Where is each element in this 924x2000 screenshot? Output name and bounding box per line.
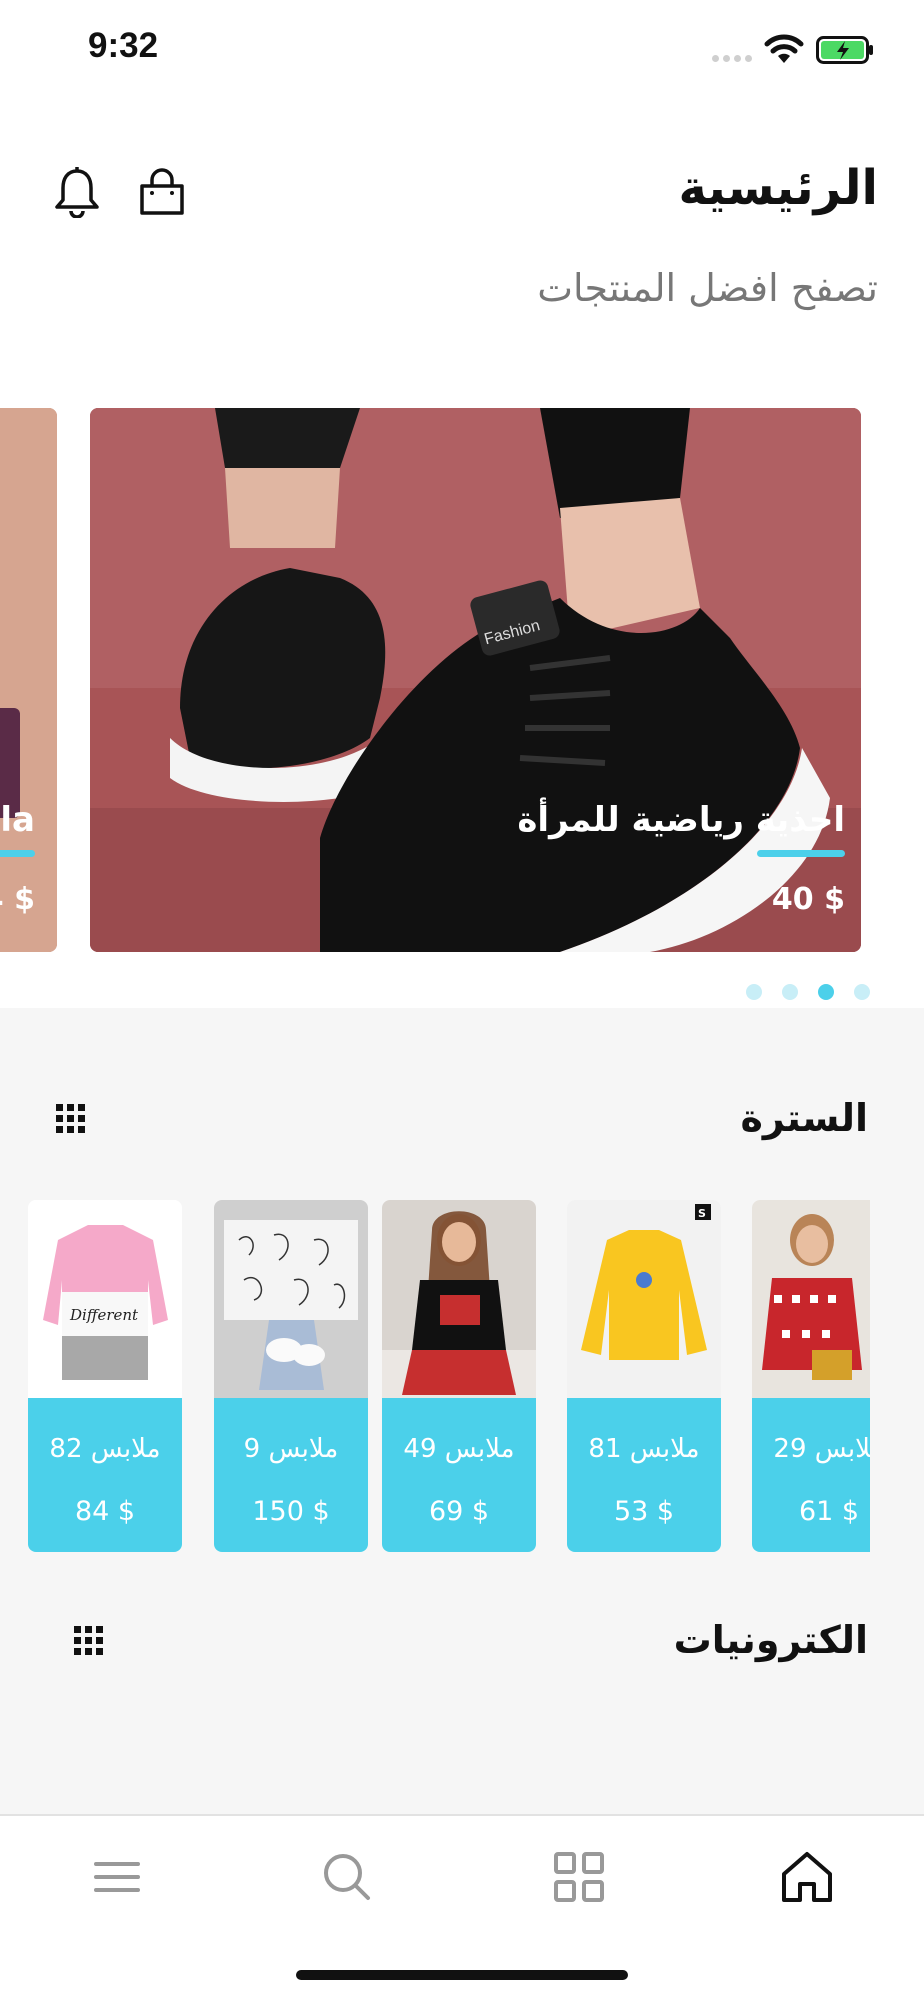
- product-card[interactable]: ملابس 29 61 $: [752, 1200, 870, 1552]
- shopping-bag-button[interactable]: [136, 166, 188, 218]
- status-time: 9:32: [88, 26, 159, 65]
- svg-text:S: S: [698, 1207, 706, 1220]
- product-price: 69 $: [428, 1496, 490, 1527]
- products-row-jackets: Different ملابس 82 84 $ ملابس 9 150 $ مل…: [0, 1200, 870, 1552]
- product-price: 84 $: [74, 1496, 136, 1527]
- product-price: 53 $: [613, 1496, 675, 1527]
- dots-grid-icon: [74, 1626, 103, 1655]
- carousel-card-main[interactable]: Fashion احذية رياضية للمرأة 40 $: [90, 408, 861, 952]
- dots-grid-icon: [56, 1104, 85, 1133]
- battery-icon: [816, 36, 874, 64]
- pager-dot[interactable]: [854, 984, 870, 1000]
- product-name: ملابس 82: [49, 1434, 161, 1464]
- search-icon: [324, 1854, 370, 1900]
- home-indicator: [296, 1970, 628, 1980]
- status-bar: 9:32: [0, 0, 924, 100]
- nav-menu-button[interactable]: [82, 1842, 152, 1912]
- product-image: S: [567, 1200, 721, 1398]
- carousel-main-underline: [757, 850, 845, 857]
- section-title-electronics: الكترونيات: [673, 1618, 868, 1662]
- carousel-card-previous[interactable]: lla 4 $: [0, 408, 57, 952]
- shopping-bag-icon: [140, 168, 184, 215]
- product-info: ملابس 49 69 $: [382, 1398, 536, 1552]
- home-icon: [782, 1852, 832, 1902]
- product-photo: [0, 408, 57, 952]
- bell-icon: [55, 167, 99, 218]
- carousel-pager: [746, 984, 870, 1000]
- product-card[interactable]: ملابس 49 69 $: [382, 1200, 536, 1552]
- nav-home-button[interactable]: [772, 1842, 842, 1912]
- carousel-main-title: احذية رياضية للمرأة: [517, 800, 845, 840]
- page-subtitle: تصفح افضل المنتجات: [537, 266, 878, 310]
- pager-dot[interactable]: [782, 984, 798, 1000]
- cellular-signal-icon: [712, 55, 752, 62]
- carousel-main-price: 40 $: [771, 882, 845, 917]
- nav-categories-button[interactable]: [544, 1842, 614, 1912]
- nav-search-button[interactable]: [312, 1842, 382, 1912]
- app-screen: 9:32 الرئيسية تصفح افضل المنتجات la $ Fa…: [0, 0, 924, 2000]
- product-image: [382, 1200, 536, 1398]
- view-all-electronics-button[interactable]: [72, 1624, 106, 1658]
- product-info: ملابس 82 84 $: [28, 1398, 182, 1552]
- product-name: ملابس 29: [773, 1434, 870, 1464]
- product-price: 150 $: [252, 1496, 330, 1527]
- sneakers-photo: Fashion: [90, 408, 861, 952]
- product-info: ملابس 81 53 $: [567, 1398, 721, 1552]
- pager-dot[interactable]: [746, 984, 762, 1000]
- svg-text:Different: Different: [69, 1306, 139, 1324]
- carousel-previous-title: lla: [0, 800, 35, 840]
- pager-dot-active[interactable]: [818, 984, 834, 1000]
- grid-icon: [554, 1852, 604, 1902]
- menu-icon: [94, 1862, 140, 1892]
- wifi-icon: [764, 33, 804, 65]
- carousel-previous-underline: [0, 850, 35, 857]
- product-card[interactable]: Different ملابس 82 84 $: [28, 1200, 182, 1552]
- product-image: [752, 1200, 870, 1398]
- page-title: الرئيسية: [678, 160, 879, 216]
- product-card[interactable]: ملابس 9 150 $: [214, 1200, 368, 1552]
- product-card[interactable]: S ملابس 81 53 $: [567, 1200, 721, 1552]
- product-info: ملابس 29 61 $: [752, 1398, 870, 1552]
- product-name: ملابس 9: [243, 1434, 339, 1464]
- product-price: 61 $: [798, 1496, 860, 1527]
- view-all-jackets-button[interactable]: [54, 1102, 88, 1136]
- section-title-jackets: السترة: [740, 1096, 868, 1140]
- product-image: [214, 1200, 368, 1398]
- product-name: ملابس 81: [588, 1434, 700, 1464]
- product-name: ملابس 49: [403, 1434, 515, 1464]
- carousel-previous-price: 4 $: [0, 882, 35, 917]
- notifications-button[interactable]: [52, 166, 102, 218]
- product-info: ملابس 9 150 $: [214, 1398, 368, 1552]
- product-image: Different: [28, 1200, 182, 1398]
